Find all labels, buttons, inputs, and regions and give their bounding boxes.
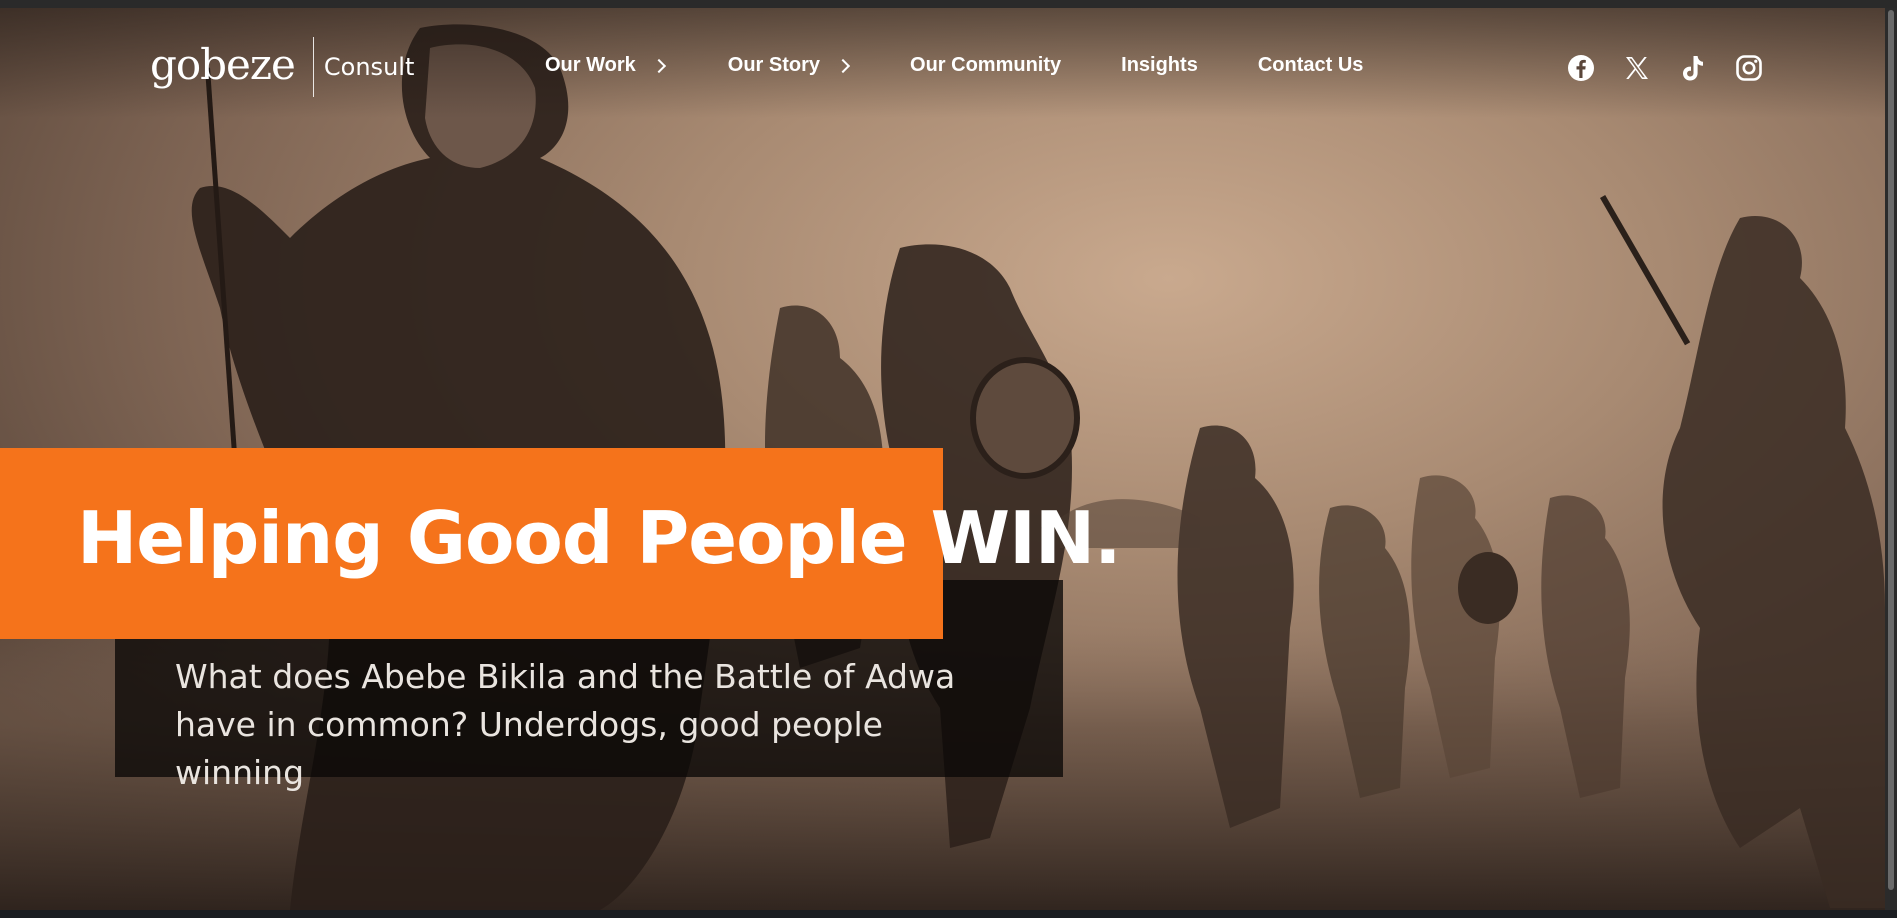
scrollbar-thumb[interactable] (1888, 10, 1894, 890)
nav-item-contact-us[interactable]: Contact Us (1258, 54, 1364, 77)
page: gobeze Consult Our Work Our Story Our Co… (0, 0, 1897, 918)
hero-headline-banner: Helping Good People WIN. (0, 448, 1121, 639)
nav-label-contact-us: Contact Us (1257, 54, 1364, 76)
page-scrollbar[interactable] (1885, 8, 1897, 910)
instagram-icon[interactable] (1734, 53, 1764, 83)
browser-bottom-edge (0, 910, 1897, 918)
nav-label-our-community: Our Community (910, 54, 1062, 76)
logo-subtitle: Consult (323, 53, 415, 81)
main-menu: Our Work Our Story Our Community Insight… (545, 54, 1363, 77)
nav-item-our-community[interactable]: Our Community (910, 54, 1061, 77)
nav-label-insights: Insights (1121, 54, 1198, 76)
browser-top-edge (0, 0, 1897, 8)
hero-subtext: What does Abebe Bikila and the Battle of… (175, 657, 956, 792)
brand-logo[interactable]: gobeze Consult (150, 36, 414, 98)
nav-item-insights[interactable]: Insights (1121, 54, 1198, 77)
chevron-right-icon (651, 58, 666, 73)
social-links (1566, 53, 1764, 83)
nav-item-our-story[interactable]: Our Story (727, 54, 851, 77)
chevron-right-icon (835, 58, 851, 73)
hero-headline: Helping Good People WIN. (77, 496, 1121, 580)
x-icon[interactable] (1622, 53, 1652, 83)
tiktok-icon[interactable] (1678, 53, 1708, 83)
top-navigation: gobeze Consult Our Work Our Story Our Co… (0, 8, 1885, 118)
nav-label-our-story: Our Story (727, 54, 821, 76)
facebook-icon[interactable] (1566, 53, 1596, 83)
nav-label-our-work: Our Work (545, 54, 636, 76)
logo-wordmark: gobeze (150, 37, 314, 97)
nav-item-our-work[interactable]: Our Work (545, 54, 666, 77)
